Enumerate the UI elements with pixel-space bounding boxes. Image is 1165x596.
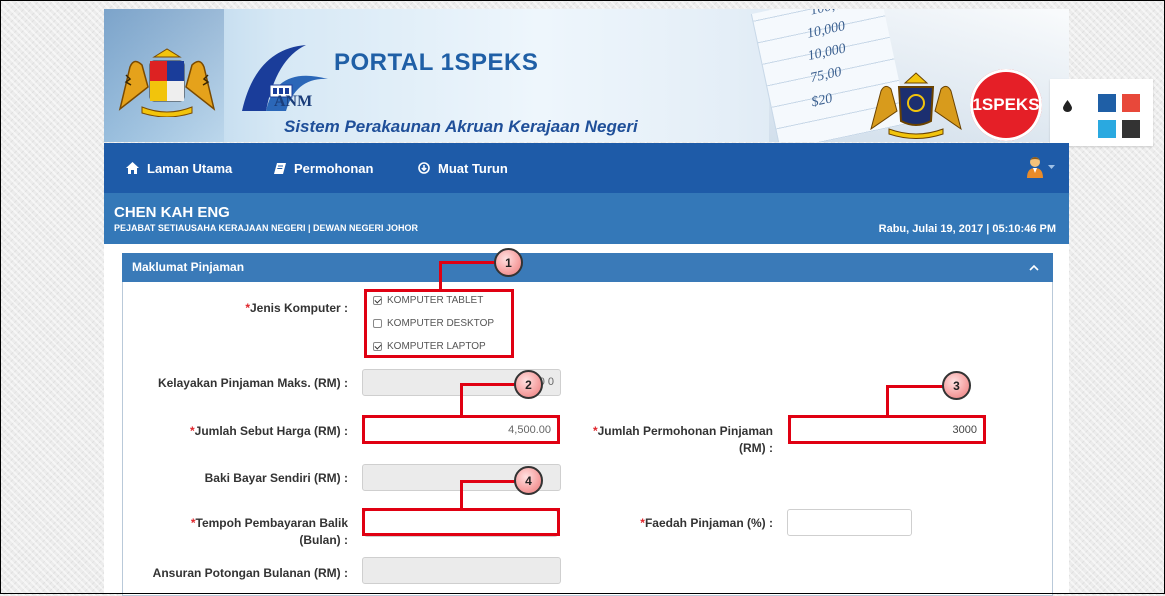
baki-bayar-label: Baki Bayar Sendiri (RM) : bbox=[204, 471, 348, 485]
callout-number: 1 bbox=[505, 255, 512, 270]
annotation-line bbox=[886, 385, 889, 415]
annotation-line bbox=[460, 383, 463, 415]
jumlah-permohonan-label: *Jumlah Permohonan Pinjaman (RM) : bbox=[570, 423, 773, 457]
annotation-line bbox=[439, 261, 495, 264]
annotation-callout-1: 1 bbox=[494, 248, 523, 277]
nav-laman-utama[interactable]: Laman Utama bbox=[126, 143, 232, 193]
portal-subtitle: Sistem Perakaunan Akruan Kerajaan Negeri bbox=[284, 117, 638, 136]
kelayakan-label: Kelayakan Pinjaman Maks. (RM) : bbox=[157, 376, 348, 390]
nav-label: Laman Utama bbox=[147, 160, 233, 176]
panel-title: Maklumat Pinjaman bbox=[132, 260, 245, 274]
ansuran-potongan-label: Ansuran Potongan Bulanan (RM) : bbox=[152, 566, 348, 580]
annotation-callout-2: 2 bbox=[514, 370, 543, 399]
annotation-callout-3: 3 bbox=[942, 371, 971, 400]
theme-color-switcher bbox=[1050, 79, 1153, 146]
portal-title: PORTAL 1SPEKS bbox=[334, 49, 539, 76]
checkbox-label: KOMPUTER LAPTOP bbox=[387, 341, 486, 352]
badge-text: 1SPEKS bbox=[972, 95, 1040, 114]
user-department: PEJABAT SETIAUSAHA KERAJAAN NEGERI | DEW… bbox=[114, 223, 419, 233]
label-text: Jumlah Sebut Harga (RM) : bbox=[194, 424, 348, 438]
annotation-line bbox=[886, 385, 943, 388]
checkbox-komputer-tablet[interactable]: KOMPUTER TABLET bbox=[373, 295, 483, 306]
user-info-bar: CHEN KAH ENG PEJABAT SETIAUSAHA KERAJAAN… bbox=[104, 193, 1069, 244]
checkbox[interactable] bbox=[373, 319, 382, 328]
header-banner: 100,0 10,000 10,000 75,00 $20 ANM PORTAL… bbox=[104, 9, 1069, 142]
nav-label: Muat Turun bbox=[438, 160, 508, 176]
annotation-line bbox=[460, 480, 516, 483]
theme-swatch-light-blue[interactable] bbox=[1098, 120, 1116, 138]
callout-number: 2 bbox=[525, 377, 532, 392]
checkbox-komputer-desktop[interactable]: KOMPUTER DESKTOP bbox=[373, 318, 494, 329]
callout-number: 4 bbox=[525, 473, 532, 488]
theme-swatch-red[interactable] bbox=[1122, 94, 1140, 112]
checkbox[interactable] bbox=[373, 342, 382, 351]
user-name: CHEN KAH ENG bbox=[114, 204, 230, 221]
1speks-badge-logo: 1SPEKS bbox=[970, 69, 1042, 141]
home-icon bbox=[126, 162, 139, 174]
faedah-pinjaman-label: *Faedah Pinjaman (%) : bbox=[580, 515, 773, 532]
checkbox[interactable] bbox=[373, 296, 382, 305]
sheet-number: 10,000 bbox=[806, 41, 848, 65]
nav-permohonan[interactable]: Permohonan bbox=[274, 143, 373, 193]
annotation-line bbox=[460, 383, 516, 386]
label-text: (Bulan) : bbox=[299, 533, 348, 547]
johor-coat-of-arms-logo bbox=[118, 48, 216, 117]
panel-header: Maklumat Pinjaman bbox=[122, 253, 1053, 282]
droplet-icon[interactable] bbox=[1063, 100, 1072, 112]
tempoh-pembayaran-label: *Tempoh Pembayaran Balik (Bulan) : bbox=[150, 515, 348, 549]
checkbox-komputer-laptop[interactable]: KOMPUTER LAPTOP bbox=[373, 341, 486, 352]
dropdown-caret-icon bbox=[1048, 164, 1055, 169]
user-menu[interactable] bbox=[1027, 156, 1055, 178]
nav-label: Permohonan bbox=[294, 160, 374, 176]
annotation-callout-4: 4 bbox=[514, 466, 543, 495]
book-icon bbox=[274, 162, 286, 174]
ansuran-potongan-field bbox=[362, 557, 561, 584]
chevron-up-icon[interactable] bbox=[1029, 264, 1039, 271]
jenis-komputer-label: *Jenis Komputer : bbox=[180, 300, 348, 317]
main-navbar: Laman Utama Permohonan Muat Turun bbox=[104, 143, 1069, 193]
nav-muat-turun[interactable]: Muat Turun bbox=[418, 143, 508, 193]
annotation-line bbox=[460, 480, 463, 508]
theme-swatch-dark[interactable] bbox=[1122, 120, 1140, 138]
label-text: Tempoh Pembayaran Balik bbox=[195, 516, 349, 530]
download-circle-icon bbox=[418, 162, 430, 174]
checkbox-label: KOMPUTER DESKTOP bbox=[387, 318, 495, 329]
sheet-number: 100,0 bbox=[809, 9, 843, 19]
tempoh-pembayaran-input[interactable] bbox=[364, 510, 558, 537]
annotation-line bbox=[439, 261, 442, 289]
sheet-number: $20 bbox=[810, 91, 834, 111]
theme-swatch-blue[interactable] bbox=[1098, 94, 1116, 112]
label-text: Jumlah Permohonan Pinjaman bbox=[597, 424, 773, 438]
checkbox-label: KOMPUTER TABLET bbox=[387, 295, 484, 306]
johor-crest-logo bbox=[870, 72, 962, 139]
label-text: Faedah Pinjaman (%) : bbox=[644, 516, 773, 530]
jumlah-permohonan-input[interactable]: 3000 bbox=[790, 417, 984, 444]
label-text: (RM) : bbox=[739, 441, 773, 455]
current-datetime: Rabu, Julai 19, 2017 | 05:10:46 PM bbox=[878, 223, 1056, 235]
sheet-number: 75,00 bbox=[809, 64, 843, 86]
faedah-pinjaman-input[interactable] bbox=[787, 509, 912, 536]
jumlah-sebut-harga-label: *Jumlah Sebut Harga (RM) : bbox=[150, 423, 348, 440]
jumlah-sebut-harga-input[interactable]: 4,500.00 bbox=[364, 417, 558, 444]
label-text: Jenis Komputer : bbox=[249, 301, 348, 315]
anm-logo-text: ANM bbox=[274, 93, 313, 110]
callout-number: 3 bbox=[953, 378, 960, 393]
sheet-number: 10,000 bbox=[805, 19, 847, 42]
user-avatar-icon bbox=[1027, 157, 1043, 178]
